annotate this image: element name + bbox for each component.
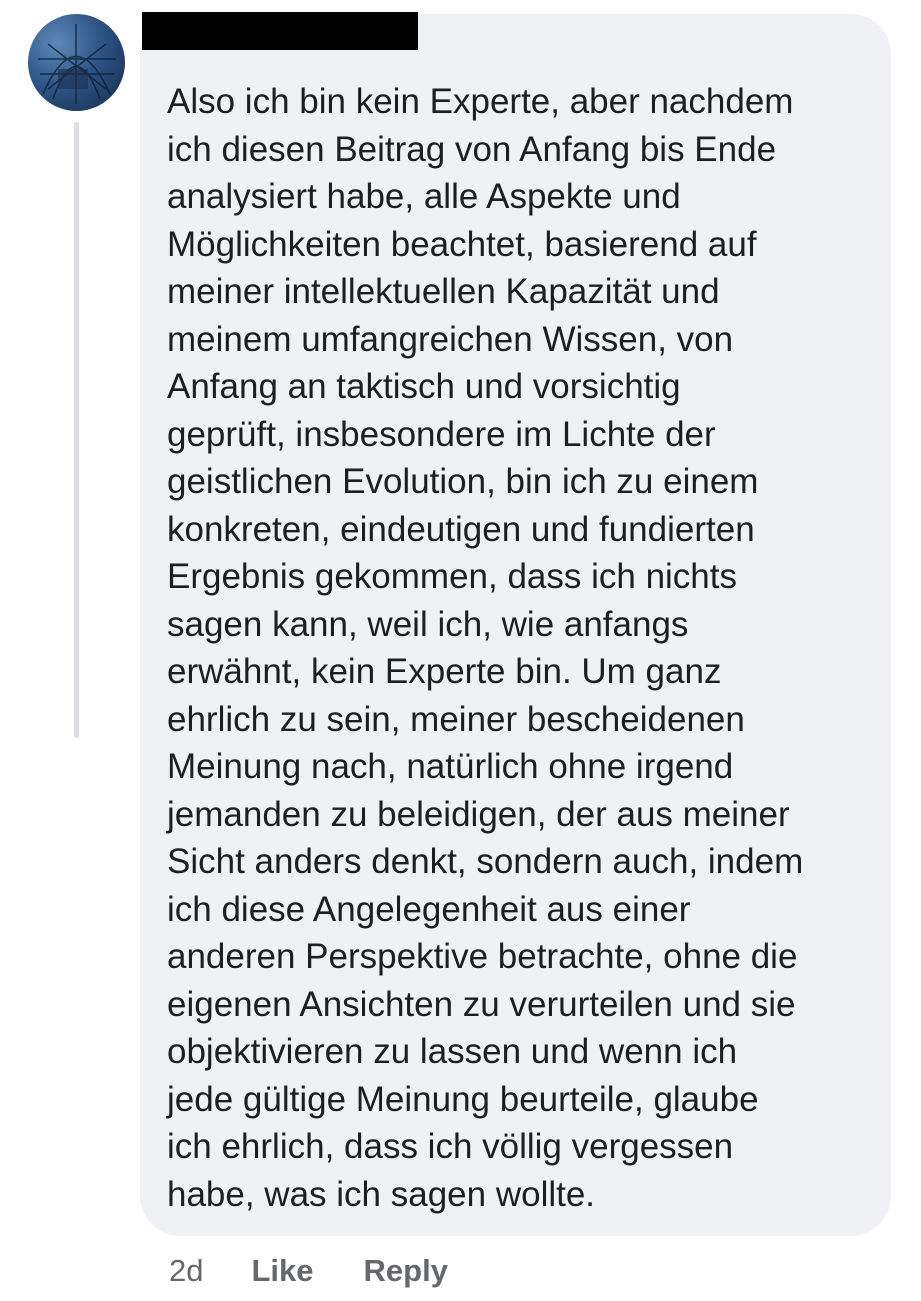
- comment-text-line: eigenen Ansichten zu verurteilen und sie: [167, 984, 796, 1024]
- comment-text-line: geistlichen Evolution, bin ich zu einem: [167, 462, 759, 501]
- comment-text-line: ehrlich zu sein, meiner bescheidenen: [167, 699, 745, 739]
- comment-text-line: Meinung nach, natürlich ohne irgend: [167, 747, 734, 786]
- comment-text: Also ich bin kein Experte, aber nachdem i…: [167, 78, 877, 1218]
- avatar-image: [38, 24, 116, 104]
- comment-timestamp[interactable]: 2d: [169, 1253, 203, 1289]
- comment-text-line: Also ich bin kein Experte, aber nachdem: [167, 82, 794, 121]
- comment-text-line: meiner intellektuellen Kapazität und: [167, 272, 720, 311]
- comment-text-line: Anfang an taktisch und vorsichtig: [167, 367, 681, 406]
- comment-text-line: habe, was ich sagen wollte.: [167, 1174, 596, 1214]
- comment-text-line: Möglichkeiten beachtet, basierend auf: [167, 224, 757, 264]
- comment-text-line: konkreten, eindeutigen und fundierten: [167, 509, 755, 549]
- comment-text-line: Ergebnis gekommen, dass ich nichts: [167, 557, 737, 596]
- comment-text-line: erwähnt, kein Experte bin. Um ganz: [167, 652, 722, 691]
- comment-text-line: objektivieren zu lassen und wenn ich: [167, 1032, 738, 1071]
- comment-text-line: meinem umfangreichen Wissen, von: [167, 319, 734, 359]
- avatar[interactable]: [28, 14, 125, 111]
- comment-text-line: ich diesen Beitrag von Anfang bis Ende: [167, 129, 777, 169]
- comment-text-line: jede gültige Meinung beurteile, glaube: [167, 1079, 759, 1119]
- comment-text-line: Sicht anders denkt, sondern auch, indem: [167, 842, 804, 881]
- comment-text-line: ich diese Angelegenheit aus einer: [167, 889, 691, 929]
- thread-line: [74, 122, 79, 738]
- comment-text-line: sagen kann, weil ich, wie anfangs: [167, 604, 689, 644]
- reply-button[interactable]: Reply: [364, 1253, 448, 1289]
- comment-text-line: geprüft, insbesondere im Lichte der: [167, 414, 716, 454]
- comment-actions: 2d Like Reply: [169, 1251, 448, 1291]
- comment-text-line: jemanden zu beleidigen, der aus meiner: [167, 794, 790, 834]
- comment-text-line: analysiert habe, alle Aspekte und: [167, 177, 681, 216]
- comment-text-line: ich ehrlich, dass ich völlig vergessen: [167, 1127, 734, 1166]
- like-button[interactable]: Like: [251, 1253, 313, 1289]
- author-name-redacted[interactable]: [142, 12, 418, 50]
- comment-text-line: anderen Perspektive betrachte, ohne die: [167, 937, 798, 976]
